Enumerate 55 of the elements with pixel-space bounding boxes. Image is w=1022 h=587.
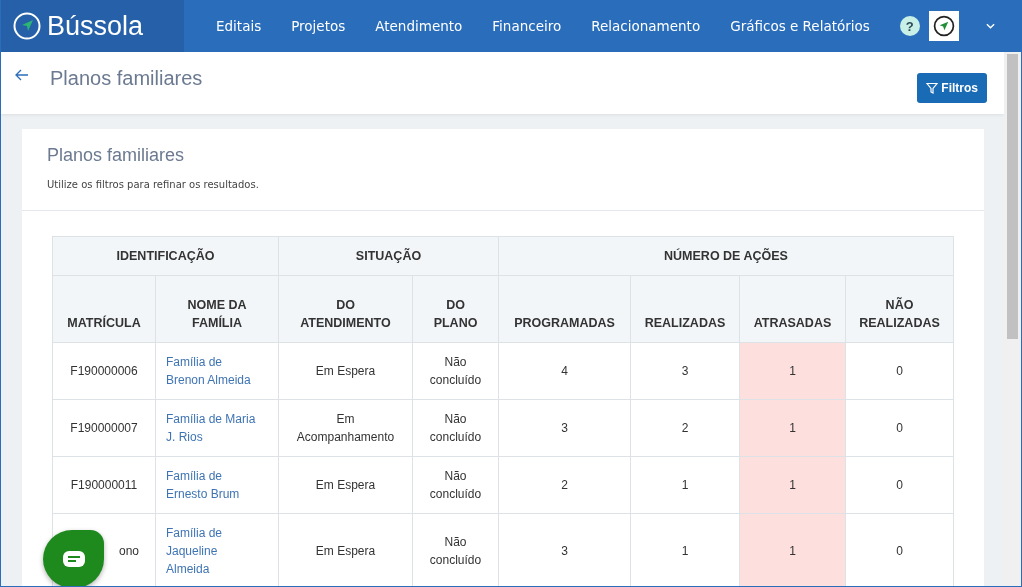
table-cell: F190000006 <box>52 342 156 400</box>
nav-link[interactable]: Gráficos e Relatórios <box>715 18 885 34</box>
nav-link[interactable]: Atendimento <box>360 18 478 34</box>
table-cell: F190000007 <box>52 399 156 457</box>
filter-icon <box>926 82 939 94</box>
nav-link[interactable]: Financeiro <box>477 18 577 34</box>
column-header: DO ATENDIMENTO <box>278 275 413 343</box>
table-cell: 1 <box>739 399 846 457</box>
table-cell: 0 <box>845 342 954 400</box>
family-link[interactable]: Família de Maria J. Rios <box>155 399 279 457</box>
column-header: REALIZADAS <box>630 275 740 343</box>
nav-link[interactable]: Editais <box>201 18 277 34</box>
chat-icon <box>61 550 86 568</box>
page-title: Planos familiares <box>50 67 203 90</box>
scrollbar[interactable] <box>1004 52 1021 586</box>
family-link[interactable]: Família de Brenon Almeida <box>155 342 279 400</box>
column-header: MATRÍCULA <box>52 275 156 343</box>
avatar[interactable] <box>928 11 959 41</box>
column-header: NOME DA FAMÍLIA <box>155 275 279 343</box>
table-cell: Em Acompanhamento <box>278 399 413 457</box>
card-subtitle: Utilize os filtros para refinar os resultados. <box>47 179 260 190</box>
filter-button[interactable]: Filtros <box>917 73 987 103</box>
table-cell: Em Espera <box>278 342 413 400</box>
table-cell: 4 <box>498 342 631 400</box>
table-cell: Não concluído <box>412 399 499 457</box>
table-cell: Não concluído <box>412 342 499 400</box>
card-title: Planos familiares <box>47 145 186 166</box>
table-cell: 3 <box>498 399 631 457</box>
group-header: NÚMERO DE AÇÕES <box>498 236 954 276</box>
group-header: SITUAÇÃO <box>278 236 499 276</box>
table-cell: F190000011 <box>52 456 156 514</box>
chevron-down-icon[interactable] <box>985 23 995 29</box>
column-header: DO PLANO <box>412 275 499 343</box>
column-header: PROGRAMADAS <box>498 275 631 343</box>
family-link[interactable]: Família de Ernesto Brum <box>155 456 279 514</box>
compass-icon <box>13 12 41 40</box>
column-header: NÃO REALIZADAS <box>845 275 954 343</box>
table-cell: 2 <box>498 456 631 514</box>
table-cell: 1 <box>630 456 740 514</box>
table-cell: 0 <box>845 399 954 457</box>
brand-name: Bússola <box>47 10 144 42</box>
table-cell: 0 <box>845 456 954 514</box>
table-cell: Em Espera <box>278 456 413 514</box>
table-cell: 3 <box>630 342 740 400</box>
back-arrow-icon[interactable] <box>15 69 29 81</box>
group-header: IDENTIFICAÇÃO <box>52 236 279 276</box>
table-cell: 1 <box>739 456 846 514</box>
nav-link[interactable]: Relacionamento <box>576 18 716 34</box>
nav-link[interactable]: Projetos <box>276 18 361 34</box>
column-header: ATRASADAS <box>739 275 846 343</box>
help-button[interactable]: ? <box>899 16 920 36</box>
table-cell: 2 <box>630 399 740 457</box>
table-cell: 1 <box>739 513 846 586</box>
table-cell: 1 <box>739 342 846 400</box>
table-cell: Não concluído <box>412 456 499 514</box>
